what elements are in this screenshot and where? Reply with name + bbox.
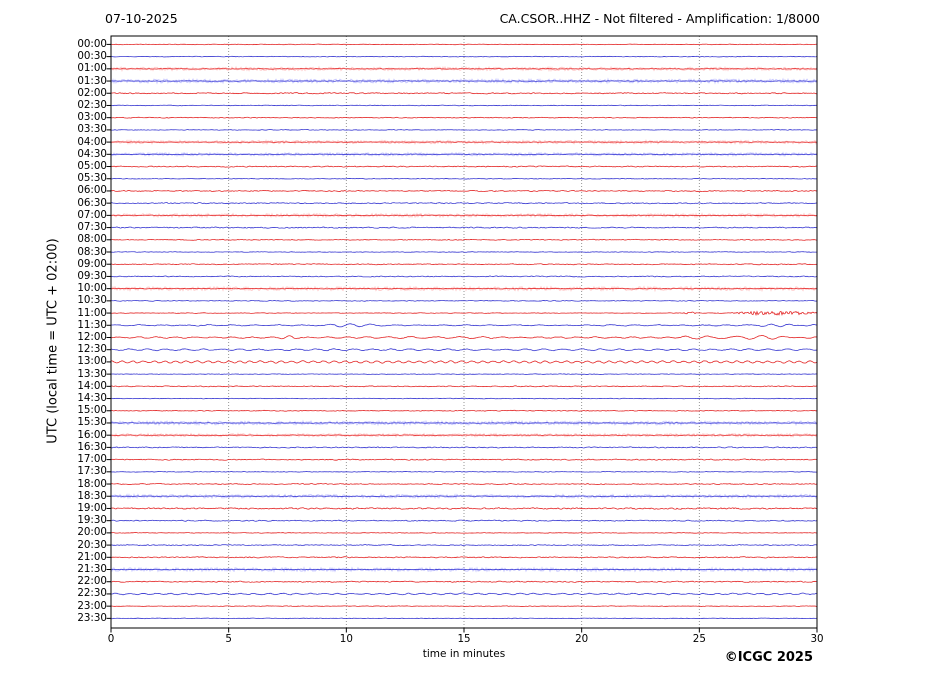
row-label-22:00: 22:00	[77, 575, 107, 588]
row-label-02:30: 02:30	[77, 98, 107, 111]
x-tick-label-10: 10	[339, 633, 353, 645]
trace-07:30	[110, 226, 818, 229]
row-label-03:00: 03:00	[77, 111, 107, 124]
row-label-10:30: 10:30	[77, 294, 107, 307]
row-label-23:30: 23:30	[77, 611, 107, 624]
row-label-08:30: 08:30	[77, 245, 107, 258]
row-label-01:30: 01:30	[77, 74, 107, 87]
row-label-14:30: 14:30	[77, 392, 107, 405]
trace-17:30	[110, 471, 818, 473]
trace-15:00	[110, 409, 818, 412]
row-label-00:00: 00:00	[77, 37, 107, 50]
row-label-12:00: 12:00	[77, 330, 107, 343]
row-label-16:00: 16:00	[77, 428, 107, 441]
trace-13:30	[110, 373, 818, 375]
x-tick-label-30: 30	[810, 633, 824, 645]
row-label-03:30: 03:30	[77, 123, 107, 136]
trace-20:30	[110, 544, 818, 547]
trace-21:00	[110, 556, 818, 559]
row-label-08:00: 08:00	[77, 233, 107, 246]
trace-05:30	[110, 177, 818, 180]
row-label-09:00: 09:00	[77, 257, 107, 270]
row-label-07:00: 07:00	[77, 208, 107, 221]
row-label-17:00: 17:00	[77, 453, 107, 466]
trace-19:30	[111, 519, 818, 522]
trace-23:30	[110, 617, 818, 620]
trace-05:00	[110, 165, 818, 168]
row-label-07:30: 07:30	[77, 221, 107, 234]
row-label-02:00: 02:00	[77, 86, 107, 99]
trace-08:30	[110, 251, 818, 253]
trace-00:30	[110, 55, 818, 58]
row-label-11:30: 11:30	[77, 318, 107, 331]
x-tick-label-20: 20	[575, 633, 589, 645]
x-tick-label-15: 15	[457, 633, 471, 645]
row-label-22:30: 22:30	[77, 587, 107, 600]
row-label-12:30: 12:30	[77, 343, 107, 356]
trace-14:00	[110, 385, 818, 388]
trace-01:30	[110, 80, 818, 82]
row-label-14:00: 14:00	[77, 379, 107, 392]
trace-10:30	[110, 300, 818, 302]
row-label-19:00: 19:00	[77, 501, 107, 514]
trace-21:30	[110, 568, 818, 571]
row-label-17:30: 17:30	[77, 465, 107, 478]
row-label-00:30: 00:30	[77, 50, 107, 63]
row-label-06:00: 06:00	[77, 184, 107, 197]
row-label-04:30: 04:30	[77, 147, 107, 160]
row-label-10:00: 10:00	[77, 282, 107, 295]
row-label-15:00: 15:00	[77, 404, 107, 417]
copyright: ©ICGC 2025	[724, 650, 813, 665]
trace-00:00	[110, 43, 818, 46]
row-label-11:00: 11:00	[77, 306, 107, 319]
plot-frame	[110, 35, 818, 629]
helicorder-page: 07-10-2025 CA.CSOR..HHZ - Not filtered -…	[0, 0, 927, 696]
trace-11:00	[110, 310, 818, 317]
trace-06:00	[110, 189, 818, 193]
row-label-21:30: 21:30	[77, 563, 107, 576]
helicorder-plot	[106, 35, 818, 633]
trace-14:30	[110, 397, 818, 400]
row-label-16:30: 16:30	[77, 440, 107, 453]
x-tick-label-0: 0	[107, 633, 115, 645]
trace-15:30	[110, 422, 818, 424]
row-label-06:30: 06:30	[77, 196, 107, 209]
trace-19:00	[110, 507, 818, 510]
row-label-20:00: 20:00	[77, 526, 107, 539]
row-label-15:30: 15:30	[77, 416, 107, 429]
trace-12:30	[110, 348, 818, 352]
trace-20:00	[110, 532, 818, 534]
row-label-21:00: 21:00	[77, 550, 107, 563]
trace-13:00	[110, 360, 818, 364]
trace-17:00	[110, 458, 818, 461]
row-label-05:30: 05:30	[77, 172, 107, 185]
row-label-20:30: 20:30	[77, 538, 107, 551]
trace-07:00	[110, 214, 818, 217]
x-axis-label: time in minutes	[422, 648, 506, 660]
row-label-23:00: 23:00	[77, 599, 107, 612]
row-label-13:00: 13:00	[77, 355, 107, 368]
row-label-01:00: 01:00	[77, 62, 107, 75]
trace-18:00	[110, 483, 818, 486]
row-label-18:30: 18:30	[77, 489, 107, 502]
trace-23:00	[110, 605, 818, 607]
x-tick-label-25: 25	[692, 633, 706, 645]
x-tick-label-5: 5	[225, 633, 232, 645]
trace-18:30	[110, 495, 818, 498]
trace-06:30	[110, 202, 818, 205]
row-label-09:30: 09:30	[77, 269, 107, 282]
row-label-05:00: 05:00	[77, 160, 107, 173]
row-label-18:00: 18:00	[77, 477, 107, 490]
row-label-19:30: 19:30	[77, 514, 107, 527]
row-label-04:00: 04:00	[77, 135, 107, 148]
row-label-13:30: 13:30	[77, 367, 107, 380]
